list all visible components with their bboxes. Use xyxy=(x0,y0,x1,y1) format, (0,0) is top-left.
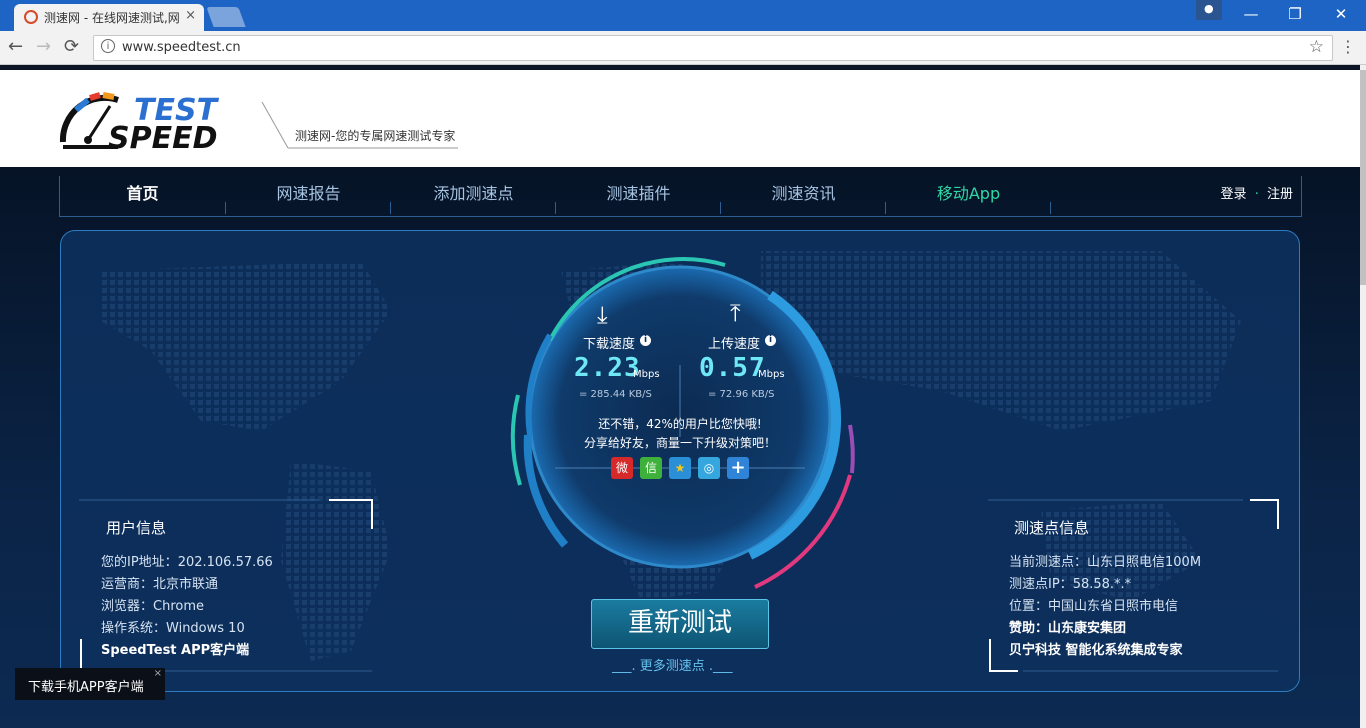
bookmark-star-icon[interactable]: ☆ xyxy=(1309,37,1324,57)
weibo-share-icon[interactable]: 微 xyxy=(611,457,633,479)
server-sponsor-row: 赞助：山东康安集团 xyxy=(1009,617,1126,636)
result-tip-1: 还不错，42%的用户比您快哦! xyxy=(598,417,762,431)
slogan-divider xyxy=(261,101,458,149)
profile-button[interactable]: ● xyxy=(1196,0,1222,20)
sponsor-label: 赞助： xyxy=(1009,621,1049,636)
nav-divider xyxy=(1050,202,1051,214)
tab-title: 测速网 - 在线网速测试,网 xyxy=(44,11,180,25)
tencent-weibo-share-icon[interactable]: ◎ xyxy=(698,457,720,479)
location-label: 位置： xyxy=(1009,599,1049,614)
server-info-title: 测速点信息 xyxy=(1014,519,1090,537)
reload-icon[interactable]: ⟳ xyxy=(64,36,79,57)
user-browser-row: 浏览器：Chrome xyxy=(101,595,204,614)
gauge-arc-purple xyxy=(848,424,855,474)
upload-kbs: = 72.96 KB/S xyxy=(708,389,775,400)
server-location-row: 位置：中国山东省日照市电信 xyxy=(1009,595,1178,614)
site-header: TEST SPEED 测速网-您的专属网速测试专家 xyxy=(0,65,1360,172)
nav-mobile-app[interactable]: 移动App xyxy=(886,176,1051,216)
nav-home[interactable]: 首页 xyxy=(60,176,225,216)
site-info-icon[interactable]: i xyxy=(101,39,115,53)
app-link[interactable]: SpeedTest APP客户端 xyxy=(101,639,249,658)
gauge-arc-left xyxy=(510,394,522,486)
tab-close-icon[interactable]: × xyxy=(185,8,196,23)
url-text[interactable]: www.speedtest.cn xyxy=(122,40,241,55)
download-arrow-icon: ⤓ xyxy=(597,301,608,329)
register-link[interactable]: 注册 xyxy=(1267,187,1293,202)
favicon-icon xyxy=(24,10,38,24)
qzone-share-icon[interactable]: ★ xyxy=(669,457,691,479)
auth-separator: · xyxy=(1254,187,1259,202)
upload-value: 0.57 xyxy=(699,353,766,383)
result-tip-2: 分享给好友，商量一下升级对策吧！ xyxy=(583,436,776,450)
upload-label: 上传速度 xyxy=(708,337,761,352)
download-unit: Mbps xyxy=(633,369,660,380)
back-icon[interactable]: ← xyxy=(8,36,23,57)
slogan: 测速网-您的专属网速测试专家 xyxy=(295,129,456,143)
browser-value: Chrome xyxy=(153,599,205,614)
os-value: Windows 10 xyxy=(166,621,245,636)
user-isp-row: 运营商：北京市联通 xyxy=(101,573,218,592)
server-ip-row: 测速点IP：58.58.*.* xyxy=(1009,573,1131,592)
sponsor-value[interactable]: 山东康安集团 xyxy=(1048,621,1126,636)
page: TEST SPEED 测速网-您的专属网速测试专家 首页 网速报告 添加测速点 … xyxy=(0,65,1360,728)
browser-menu-icon[interactable]: ⋮ xyxy=(1340,37,1356,56)
server-ip-value: 58.58.*.* xyxy=(1072,577,1132,592)
nav-add-node[interactable]: 添加测速点 xyxy=(391,176,556,216)
isp-label: 运营商： xyxy=(101,577,154,592)
scrollbar-thumb[interactable] xyxy=(1360,70,1366,285)
browser-titlebar: 测速网 - 在线网速测试,网 × ● — ❐ ✕ xyxy=(0,0,1366,31)
upload-unit: Mbps xyxy=(758,369,785,380)
address-bar[interactable]: i www.speedtest.cn ☆ xyxy=(93,35,1333,61)
server-ip-label: 测速点IP： xyxy=(1009,577,1073,592)
retest-button[interactable]: 重新测试 xyxy=(591,599,769,649)
server-current-row: 当前测速点：山东日照电信100M xyxy=(1009,551,1201,570)
close-icon[interactable]: ✕ xyxy=(1318,0,1364,30)
user-os-row: 操作系统：Windows 10 xyxy=(101,617,245,636)
location-value: 中国山东省日照市电信 xyxy=(1048,599,1179,614)
download-value: 2.23 xyxy=(574,353,641,383)
download-app-bar[interactable]: 下载手机APP客户端 × xyxy=(15,668,165,700)
login-link[interactable]: 登录 xyxy=(1221,187,1247,202)
current-node-value[interactable]: 山东日照电信100M xyxy=(1087,555,1201,570)
nav-plugin[interactable]: 测速插件 xyxy=(556,176,721,216)
upload-arrow-icon: ⤒ xyxy=(730,299,741,327)
more-nodes-link[interactable]: ___. 更多测速点 .___ xyxy=(612,655,733,674)
wechat-share-icon[interactable]: 信 xyxy=(640,457,662,479)
forward-icon[interactable]: → xyxy=(36,36,51,57)
logo-text-speed: SPEED xyxy=(108,121,217,152)
upload-info-icon[interactable]: i xyxy=(765,335,776,346)
minimize-icon[interactable]: — xyxy=(1228,0,1274,30)
ip-label: 您的IP地址： xyxy=(101,555,178,570)
main-nav: 首页 网速报告 添加测速点 测速插件 测速资讯 移动App 登录 · 注册 xyxy=(59,176,1302,217)
nav-news[interactable]: 测速资讯 xyxy=(721,176,886,216)
os-label: 操作系统： xyxy=(101,621,167,636)
auth-links: 登录 · 注册 xyxy=(1221,176,1293,216)
browser-label: 浏览器： xyxy=(101,599,154,614)
download-bar-close-icon[interactable]: × xyxy=(154,668,162,679)
speedtest-logo[interactable]: TEST SPEED xyxy=(58,92,258,152)
browser-toolbar: ← → ⟳ i www.speedtest.cn ☆ ⋮ xyxy=(0,31,1366,65)
nav-report[interactable]: 网速报告 xyxy=(226,176,391,216)
profile-icon: ● xyxy=(1204,2,1214,15)
sponsor-ad[interactable]: 贝宁科技 智能化系统集成专家 xyxy=(1009,639,1183,658)
isp-value: 北京市联通 xyxy=(153,577,219,592)
download-label: 下载速度 xyxy=(583,337,636,352)
download-app-label[interactable]: 下载手机APP客户端 xyxy=(28,676,144,695)
user-ip-row: 您的IP地址：202.106.57.66 xyxy=(101,551,273,570)
download-info-icon[interactable]: i xyxy=(640,335,651,346)
new-tab-button[interactable] xyxy=(206,7,246,27)
download-kbs: = 285.44 KB/S xyxy=(579,389,652,400)
more-share-icon[interactable]: + xyxy=(727,457,749,479)
ip-value: 202.106.57.66 xyxy=(177,555,273,570)
maximize-icon[interactable]: ❐ xyxy=(1272,0,1318,30)
user-info-title: 用户信息 xyxy=(106,519,167,537)
current-node-label: 当前测速点： xyxy=(1009,555,1088,570)
browser-tab[interactable]: 测速网 - 在线网速测试,网 × xyxy=(14,4,204,31)
